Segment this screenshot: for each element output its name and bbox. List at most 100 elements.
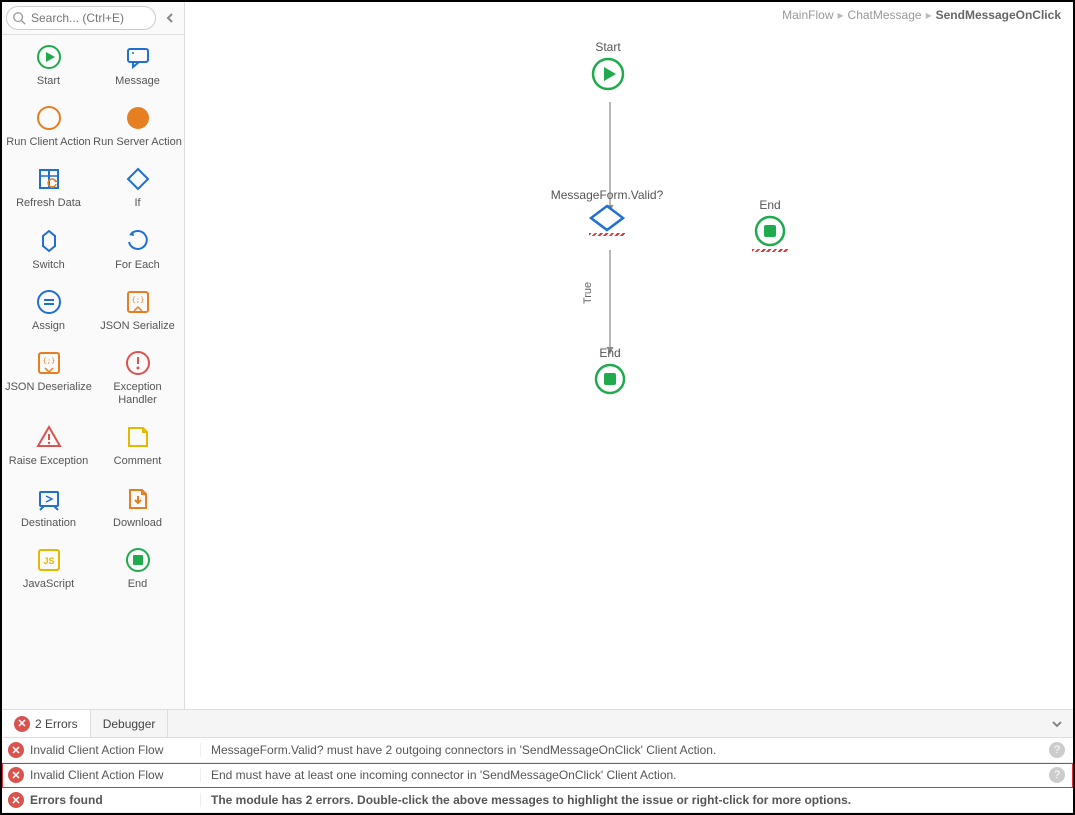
- tool-palette: Start Message Run Client ActionRun Server …: [2, 35, 184, 709]
- end-icon: [753, 214, 787, 248]
- tool-json-deser[interactable]: {;} JSON Deserialize: [4, 349, 93, 407]
- node-label: MessageForm.Valid?: [547, 188, 667, 202]
- error-icon: ✕: [8, 792, 24, 808]
- tool-label: For Each: [115, 259, 160, 272]
- error-icon: ✕: [8, 767, 24, 783]
- javascript-icon: JS: [35, 546, 63, 574]
- tool-label: If: [134, 197, 140, 210]
- tool-raise-exc[interactable]: Raise Exception: [4, 423, 93, 468]
- start-node[interactable]: Start: [590, 40, 626, 92]
- tool-assign[interactable]: Assign: [4, 288, 93, 333]
- svg-text:{;}: {;}: [131, 296, 144, 304]
- switch-icon: [35, 227, 63, 255]
- tool-switch[interactable]: Switch: [4, 227, 93, 272]
- tool-label: Run Client Action: [6, 136, 90, 149]
- tool-download[interactable]: Download: [93, 485, 182, 530]
- node-label: End: [753, 198, 787, 212]
- download-icon: [124, 485, 152, 513]
- collapse-sidebar-button[interactable]: [160, 8, 180, 28]
- tool-javascript[interactable]: JS JavaScript: [4, 546, 93, 591]
- tool-start[interactable]: Start: [4, 43, 93, 88]
- tool-label: JavaScript: [23, 578, 74, 591]
- tool-json-ser[interactable]: {;} JSON Serialize: [93, 288, 182, 333]
- panel-collapse-button[interactable]: [1041, 718, 1073, 730]
- search-icon: [12, 11, 26, 25]
- tool-label: Message: [115, 75, 160, 88]
- json-deser-icon: {;}: [35, 349, 63, 377]
- tool-refresh-data[interactable]: Refresh Data: [4, 165, 93, 210]
- tool-message[interactable]: Message: [93, 43, 182, 88]
- run-server-icon: [124, 104, 152, 132]
- node-label: Start: [590, 40, 626, 54]
- error-title: Invalid Client Action Flow: [30, 768, 200, 782]
- error-row[interactable]: ✕ Invalid Client Action FlowEnd must have…: [2, 763, 1073, 788]
- error-icon: ✕: [14, 716, 30, 732]
- tool-label: Start: [37, 75, 60, 88]
- comment-icon: [124, 423, 152, 451]
- tool-end[interactable]: End: [93, 546, 182, 591]
- error-row[interactable]: ✕ Errors foundThe module has 2 errors. Do…: [2, 788, 1073, 813]
- exc-handler-icon: [124, 349, 152, 377]
- tab-debugger[interactable]: Debugger: [91, 710, 169, 737]
- node-label: End: [593, 346, 627, 360]
- tool-label: Run Server Action: [93, 136, 182, 149]
- tool-label: Raise Exception: [9, 455, 89, 468]
- if-node[interactable]: MessageForm.Valid?: [547, 188, 667, 232]
- tool-label: Download: [113, 517, 162, 530]
- json-ser-icon: {;}: [124, 288, 152, 316]
- tool-run-server[interactable]: Run Server Action: [93, 104, 182, 149]
- flow-diagram: [185, 2, 1073, 709]
- end-node-side[interactable]: End: [753, 198, 787, 248]
- flow-canvas[interactable]: MainFlow ▸ ChatMessage ▸ SendMessageOnCl…: [185, 2, 1073, 709]
- error-row[interactable]: ✕ Invalid Client Action FlowMessageForm.V…: [2, 738, 1073, 763]
- error-icon: ✕: [8, 742, 24, 758]
- tool-comment[interactable]: Comment: [93, 423, 182, 468]
- end-node-true[interactable]: End: [593, 346, 627, 396]
- search-row: [2, 2, 184, 35]
- toolbox-sidebar: Start Message Run Client ActionRun Server …: [2, 2, 185, 709]
- tab-label: 2 Errors: [35, 717, 78, 731]
- tab-label: Debugger: [103, 717, 156, 731]
- tool-label: Comment: [114, 455, 162, 468]
- tool-label: End: [128, 578, 148, 591]
- help-icon[interactable]: ?: [1049, 767, 1065, 783]
- assign-icon: [35, 288, 63, 316]
- bottom-tabs: ✕ 2 Errors Debugger: [2, 709, 1073, 737]
- destination-icon: [35, 485, 63, 513]
- error-list: ✕ Invalid Client Action FlowMessageForm.V…: [2, 737, 1073, 813]
- end-icon: [593, 362, 627, 396]
- tool-label: Switch: [32, 259, 64, 272]
- search-input[interactable]: [6, 6, 156, 30]
- start-icon: [35, 43, 63, 71]
- for-each-icon: [124, 227, 152, 255]
- help-icon[interactable]: ?: [1049, 742, 1065, 758]
- tool-label: Destination: [21, 517, 76, 530]
- start-icon: [590, 56, 626, 92]
- tool-label: Refresh Data: [16, 197, 81, 210]
- edge-label-true: True: [582, 282, 594, 304]
- svg-text:{;}: {;}: [42, 357, 55, 365]
- tool-label: JSON Serialize: [100, 320, 175, 333]
- tool-label: Exception Handler: [93, 381, 182, 407]
- error-message: End must have at least one incoming conn…: [200, 768, 1041, 782]
- error-message: MessageForm.Valid? must have 2 outgoing …: [200, 743, 1041, 757]
- error-title: Errors found: [30, 793, 200, 807]
- end-icon: [124, 546, 152, 574]
- if-icon: [589, 204, 625, 232]
- if-icon: [124, 165, 152, 193]
- error-title: Invalid Client Action Flow: [30, 743, 200, 757]
- tool-if[interactable]: If: [93, 165, 182, 210]
- tab-errors[interactable]: ✕ 2 Errors: [2, 710, 91, 737]
- tool-exc-handler[interactable]: Exception Handler: [93, 349, 182, 407]
- tool-label: Assign: [32, 320, 65, 333]
- tool-run-client[interactable]: Run Client Action: [4, 104, 93, 149]
- tool-label: JSON Deserialize: [5, 381, 92, 394]
- error-message: The module has 2 errors. Double-click th…: [200, 793, 1073, 807]
- run-client-icon: [35, 104, 63, 132]
- refresh-data-icon: [35, 165, 63, 193]
- message-icon: [124, 43, 152, 71]
- tool-for-each[interactable]: For Each: [93, 227, 182, 272]
- tool-destination[interactable]: Destination: [4, 485, 93, 530]
- svg-text:JS: JS: [43, 556, 54, 566]
- raise-exc-icon: [35, 423, 63, 451]
